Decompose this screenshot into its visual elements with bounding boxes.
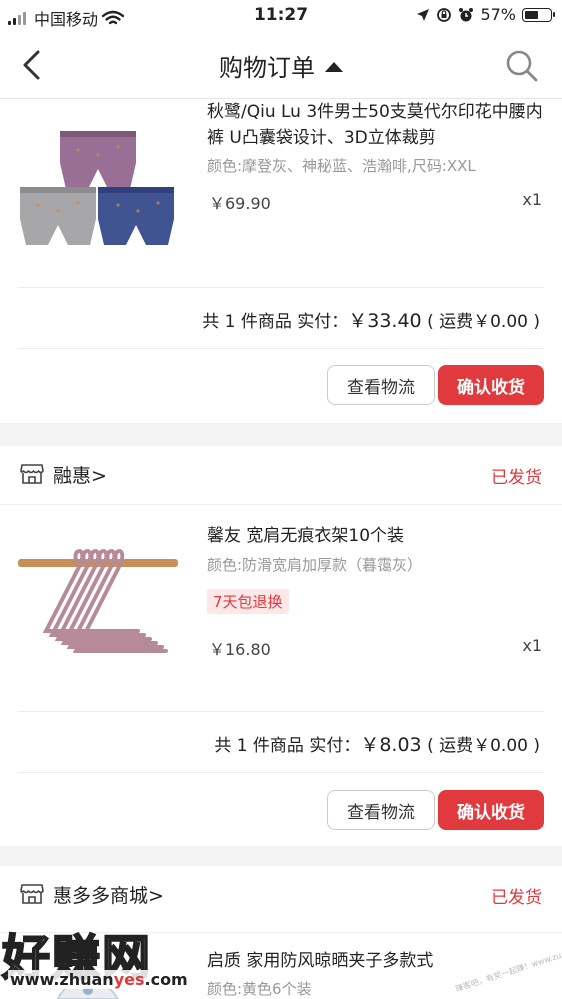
paid-amount: ￥8.03	[360, 734, 422, 756]
watermark-url-suffix: .com	[144, 970, 188, 989]
store-icon	[20, 884, 44, 904]
order-status: 已发货	[491, 888, 542, 908]
product-spec: 颜色:摩登灰、神秘蓝、浩瀚啡,尺码:XXL	[207, 157, 476, 175]
order-card: 秋鹭/Qiu Lu 3件男士50支莫代尔印花中腰内裤 U凸囊袋设计、3D立体裁剪…	[0, 99, 562, 423]
caret-up-icon	[325, 62, 343, 72]
product-title[interactable]: 馨友 宽肩无痕衣架10个装	[207, 523, 547, 549]
product-quantity: x1	[522, 636, 542, 655]
shipping-fee: ( 运费￥0.00 )	[427, 312, 540, 332]
watermark-url: www.zhuanyes.com	[8, 970, 190, 989]
store-name[interactable]: 融惠>	[53, 461, 107, 488]
order-summary: 共 1 件商品 实付：￥33.40 ( 运费￥0.00 )	[202, 306, 540, 333]
battery-percent: 57%	[480, 5, 516, 24]
battery-level	[525, 10, 538, 19]
confirm-receipt-button[interactable]: 确认收货	[438, 365, 544, 405]
divider	[18, 287, 544, 288]
view-logistics-button[interactable]: 查看物流	[327, 365, 435, 405]
battery-icon	[522, 7, 555, 22]
order-status: 已发货	[491, 468, 542, 488]
return-policy-tag: 7天包退换	[207, 589, 289, 614]
product-quantity: x1	[522, 190, 542, 209]
summary-count: 共 1 件商品 实付：	[202, 312, 349, 332]
store-name[interactable]: 惠多多商城>	[53, 881, 164, 908]
confirm-receipt-button[interactable]: 确认收货	[438, 790, 544, 830]
location-icon	[417, 8, 430, 21]
store-header[interactable]: 融惠> 已发货	[0, 446, 562, 504]
order-summary: 共 1 件商品 实付：￥8.03 ( 运费￥0.00 )	[214, 730, 540, 757]
watermark-url-highlight: yes	[113, 970, 145, 989]
paid-amount: ￥33.40	[348, 310, 422, 332]
product-spec: 颜色:黄色6个装	[207, 980, 312, 998]
divider	[18, 711, 544, 712]
shipping-fee: ( 运费￥0.00 )	[427, 736, 540, 756]
watermark-url-prefix: www.zhuan	[10, 970, 114, 989]
nav-bar: 购物订单	[0, 32, 562, 99]
order-card: 融惠> 已发货 馨友 宽肩无痕衣架10个装 颜色:防滑宽肩加厚款（暮霭灰） 7天…	[0, 446, 562, 846]
divider	[18, 348, 544, 349]
divider	[0, 504, 562, 505]
status-right: 57%	[416, 5, 555, 24]
store-header[interactable]: 惠多多商城> 已发货	[0, 866, 562, 924]
search-icon[interactable]	[504, 48, 540, 84]
rotation-lock-icon	[437, 7, 452, 22]
status-bar: 中国移动 11:27 57%	[0, 0, 562, 32]
alarm-icon	[459, 7, 474, 21]
summary-count: 共 1 件商品 实付：	[214, 736, 361, 756]
divider	[18, 772, 544, 773]
product-image-underwear[interactable]	[18, 125, 178, 255]
page-title[interactable]: 购物订单	[0, 48, 562, 83]
product-price: ￥16.80	[209, 640, 271, 659]
product-price: ￥69.90	[209, 194, 271, 213]
product-spec: 颜色:防滑宽肩加厚款（暮霭灰）	[207, 556, 423, 574]
product-image-hangers[interactable]	[18, 541, 178, 656]
page-title-text: 购物订单	[219, 54, 315, 82]
product-title[interactable]: 秋鹭/Qiu Lu 3件男士50支莫代尔印花中腰内裤 U凸囊袋设计、3D立体裁剪	[207, 99, 547, 151]
store-icon	[20, 464, 44, 484]
view-logistics-button[interactable]: 查看物流	[327, 790, 435, 830]
